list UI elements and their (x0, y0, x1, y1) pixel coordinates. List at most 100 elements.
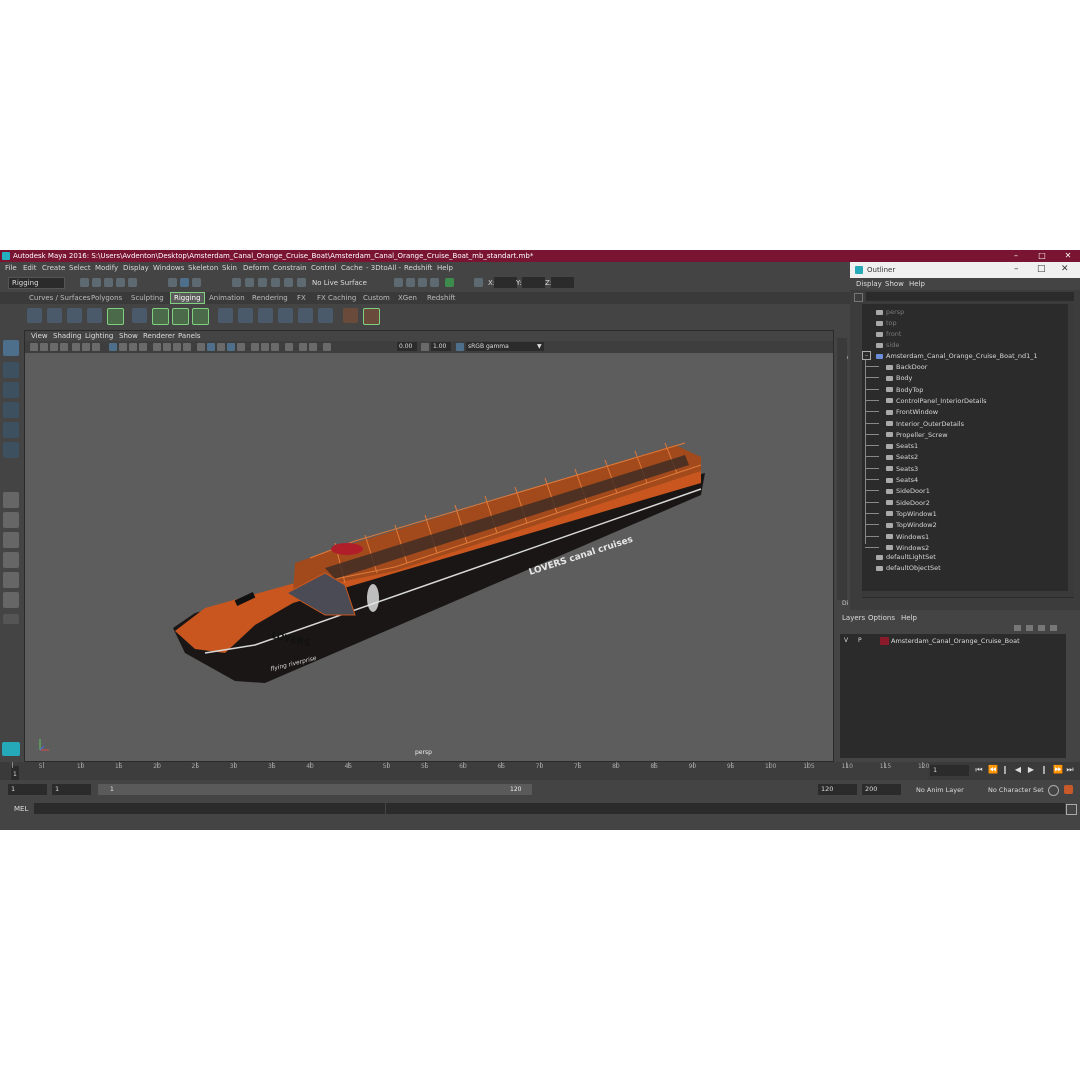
xray-icon[interactable] (197, 343, 205, 351)
mirror-joint-icon[interactable] (87, 308, 102, 323)
live-surface-label[interactable]: No Live Surface (312, 279, 367, 287)
outliner-close-icon[interactable]: ✕ (1061, 264, 1069, 274)
menu-edit[interactable]: Edit (23, 264, 37, 272)
menu-control[interactable]: Control (311, 264, 336, 272)
shadows-icon[interactable] (163, 343, 171, 351)
tree-mesh-item[interactable]: ControlPanel_InteriorDetails (886, 397, 987, 405)
xray-joints-icon[interactable] (207, 343, 215, 351)
tree-mesh-item[interactable]: Seats3 (886, 465, 918, 473)
snap-vertex-icon[interactable] (297, 278, 306, 287)
menu-deform[interactable]: Deform (243, 264, 269, 272)
ik-handle-icon[interactable] (47, 308, 62, 323)
menu-modify[interactable]: Modify (95, 264, 118, 272)
shelf-tab-rendering[interactable]: Rendering (252, 294, 288, 302)
new-scene-icon[interactable] (80, 278, 89, 287)
tree-camera[interactable]: side (876, 341, 899, 349)
exposure-field[interactable]: 0.00 (397, 342, 417, 351)
new-layer-selected-icon[interactable] (1050, 625, 1057, 631)
color-management-icon[interactable] (456, 343, 464, 351)
tree-mesh-item[interactable]: TopWindow2 (886, 521, 937, 529)
pan-zoom-icon[interactable] (299, 343, 307, 351)
pole-vector-icon[interactable] (318, 308, 333, 323)
isolate-select-icon[interactable] (217, 343, 225, 351)
tree-mesh-item[interactable]: BodyTop (886, 386, 923, 394)
scale-tool-icon[interactable] (3, 442, 19, 458)
time-slider[interactable]: 1 5 10 15 20 25 30 35 40 45 50 55 60 65 70 75 80 85 90 95 1… (0, 762, 1080, 780)
anim-prefs-icon[interactable] (1064, 785, 1073, 794)
step-back-frame-icon[interactable]: ❙ (1001, 765, 1009, 775)
layout-outliner-icon[interactable] (3, 552, 19, 568)
menu-file[interactable]: File (5, 264, 17, 272)
go-to-start-icon[interactable]: ⏮ (975, 765, 983, 775)
display-tab[interactable]: Di (842, 600, 848, 607)
layer-menu-options[interactable]: Options (868, 614, 895, 622)
lasso-tool-icon[interactable] (3, 362, 19, 378)
playback-end-field[interactable]: 120 (818, 784, 857, 795)
time-slider-track[interactable] (10, 762, 928, 780)
tree-mesh-item[interactable]: BackDoor (886, 363, 927, 371)
colorspace-dropdown[interactable]: sRGB gamma (466, 342, 544, 351)
y-field[interactable] (522, 277, 545, 288)
gamma-icon[interactable] (421, 343, 429, 351)
snap-curve-icon[interactable] (245, 278, 254, 287)
resolution-gate-icon[interactable] (92, 343, 100, 351)
parent-constraint-icon[interactable] (298, 308, 313, 323)
step-forward-key-icon[interactable]: ⏩ (1053, 765, 1063, 775)
aim-constraint-icon[interactable] (238, 308, 253, 323)
vp-menu-show[interactable]: Show (119, 332, 138, 340)
tree-root[interactable]: Amsterdam_Canal_Orange_Cruise_Boat_nd1_1 (876, 352, 1038, 360)
z-field[interactable] (551, 277, 574, 288)
select-hierarchy-icon[interactable] (168, 278, 177, 287)
anim-layer-dropdown[interactable]: No Anim Layer (916, 786, 964, 794)
outliner-menu-show[interactable]: Show (885, 280, 904, 288)
shelf-tab-fx[interactable]: FX (297, 294, 306, 302)
shelf-tab-xgen[interactable]: XGen (398, 294, 417, 302)
tree-camera[interactable]: front (876, 330, 901, 338)
smooth-wire-icon[interactable] (237, 343, 245, 351)
layer-color-swatch[interactable] (880, 637, 889, 645)
colorspace-chevron-icon[interactable]: ▼ (537, 343, 542, 350)
smooth-bind-icon[interactable] (132, 308, 147, 323)
shelf-tab-rigging[interactable]: Rigging (170, 292, 205, 304)
layout-graph-icon[interactable] (3, 572, 19, 588)
layout-four-icon[interactable] (3, 512, 19, 528)
outliner-menu-help[interactable]: Help (909, 280, 925, 288)
menu-set-dropdown[interactable]: Rigging (8, 277, 65, 289)
menu-display[interactable]: Display (123, 264, 149, 272)
snap-point-icon[interactable] (258, 278, 267, 287)
locator-selected-icon[interactable] (363, 308, 380, 325)
step-forward-frame-icon[interactable]: ❙ (1040, 765, 1048, 775)
menu-create[interactable]: Create (42, 264, 65, 272)
layout-more-icon[interactable] (3, 614, 19, 624)
grease-pencil-icon[interactable] (309, 343, 317, 351)
vp-menu-lighting[interactable]: Lighting (85, 332, 113, 340)
end-time-field[interactable]: 200 (862, 784, 901, 795)
bind-skin-icon[interactable] (107, 308, 124, 325)
snap-surface-icon[interactable] (284, 278, 293, 287)
joint-tool-icon[interactable] (27, 308, 42, 323)
grid-icon[interactable] (72, 343, 80, 351)
gamma-field[interactable]: 1.00 (431, 342, 451, 351)
lattice-icon[interactable] (172, 308, 189, 325)
playback-start-field[interactable]: 1 (52, 784, 91, 795)
multisample-icon[interactable] (261, 343, 269, 351)
menu-select[interactable]: Select (69, 264, 91, 272)
redshift-render-icon[interactable] (445, 278, 454, 287)
backface-culling-icon[interactable] (227, 343, 235, 351)
layer-menu-help[interactable]: Help (901, 614, 917, 622)
ipr-render-icon[interactable] (406, 278, 415, 287)
layout-two-icon[interactable] (3, 532, 19, 548)
layout-single-icon[interactable] (3, 492, 19, 508)
tree-set[interactable]: defaultObjectSet (876, 564, 941, 572)
menu-help[interactable]: Help (437, 264, 453, 272)
layer-visibility-toggle[interactable]: V (844, 637, 848, 644)
undo-icon[interactable] (116, 278, 125, 287)
menu-3dtoall[interactable]: - 3DtoAll - (366, 264, 401, 272)
tree-mesh-item[interactable]: TopWindow1 (886, 510, 937, 518)
menu-windows[interactable]: Windows (153, 264, 184, 272)
snap-view-icon[interactable] (271, 278, 280, 287)
layout-custom-icon[interactable] (3, 592, 19, 608)
minimize-icon[interactable]: – (1006, 251, 1026, 261)
x-field[interactable] (494, 277, 517, 288)
outliner-minimize-icon[interactable]: – (1014, 264, 1019, 274)
